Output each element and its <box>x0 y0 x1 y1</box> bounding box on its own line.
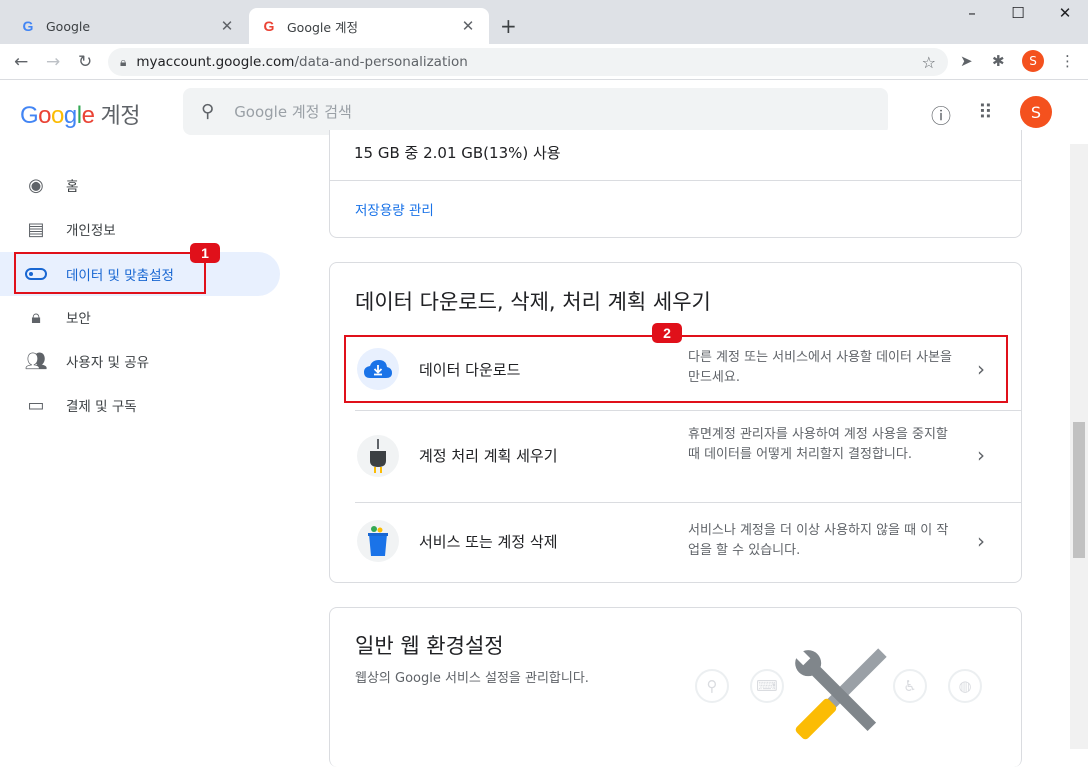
google-account-logo[interactable]: Google 계정 <box>20 98 140 130</box>
sidebar-item-label: 보안 <box>66 311 91 327</box>
puzzle-extension-icon[interactable]: ✱ <box>992 52 1005 70</box>
profile-avatar[interactable]: S <box>1022 50 1044 72</box>
divider <box>330 180 1021 181</box>
sidebar-item-label: 개인정보 <box>66 223 116 239</box>
download-section-title: 데이터 다운로드, 삭제, 처리 계획 세우기 <box>355 290 711 314</box>
sidebar-item-payments[interactable]: ▭ 결제 및 구독 <box>0 383 280 427</box>
trash-bin-icon <box>357 520 399 562</box>
account-search-box[interactable]: ⚲ <box>183 88 888 135</box>
close-tab-icon[interactable]: ✕ <box>218 17 236 35</box>
sidebar-item-label: 홈 <box>66 179 79 195</box>
annotation-box-2 <box>344 335 1008 403</box>
tab-title: Google <box>46 18 91 34</box>
accessibility-icon: ♿︎ <box>893 669 927 703</box>
divider <box>355 502 1021 503</box>
forward-icon[interactable]: → <box>46 52 60 72</box>
keyboard-icon: ⌨ <box>750 669 784 703</box>
close-tab-icon[interactable]: ✕ <box>459 17 477 35</box>
page-scrollbar[interactable] <box>1070 144 1088 749</box>
sidebar-item-home[interactable]: ◉ 홈 <box>0 163 280 207</box>
apps-grid-icon[interactable]: ⠿ <box>978 100 993 124</box>
new-tab-button[interactable]: + <box>500 14 517 38</box>
row-title: 계정 처리 계획 세우기 <box>419 447 558 465</box>
back-icon[interactable]: ← <box>14 52 28 72</box>
help-icon[interactable]: ⓘ <box>931 100 951 129</box>
browser-titlebar: G Google ✕ G Google 계정 ✕ + – ☐ ✕ <box>0 0 1088 44</box>
web-prefs-subtitle: 웹상의 Google 서비스 설정을 관리합니다. <box>355 671 589 686</box>
lock-icon: 🔒︎ <box>120 54 127 69</box>
reload-icon[interactable]: ↻ <box>78 52 92 72</box>
search-input[interactable] <box>234 102 835 121</box>
tab-google[interactable]: G Google ✕ <box>8 8 248 44</box>
tab-google-account[interactable]: G Google 계정 ✕ <box>249 8 489 44</box>
scrollbar-thumb[interactable] <box>1073 422 1085 558</box>
url-host: myaccount.google.com <box>136 54 295 70</box>
url-omnibox[interactable]: 🔒︎ myaccount.google.com/data-and-persona… <box>108 48 948 76</box>
account-avatar[interactable]: S <box>1020 96 1052 128</box>
people-icon: 👥︎ <box>24 350 48 372</box>
row-description: 휴면계정 관리자를 사용하여 계정 사용을 중지할 때 데이터를 어떻게 처리할… <box>688 427 948 462</box>
divider <box>355 410 1021 411</box>
account-circle-icon: ◉ <box>28 174 44 196</box>
storage-usage-text: 15 GB 중 2.01 GB(13%) 사용 <box>354 144 561 162</box>
maximize-button[interactable]: ☐ <box>1003 4 1033 22</box>
tab-title: Google 계정 <box>287 19 359 35</box>
sidebar-item-people-sharing[interactable]: 👥︎ 사용자 및 공유 <box>0 339 280 383</box>
id-card-icon: ▤ <box>27 218 45 240</box>
bookmark-star-icon[interactable]: ☆ <box>922 53 936 72</box>
search-icon: ⚲ <box>201 101 215 122</box>
row-title: 서비스 또는 계정 삭제 <box>419 533 558 551</box>
sidebar-item-label: 결제 및 구독 <box>66 399 137 415</box>
power-plug-icon <box>357 435 399 477</box>
chevron-right-icon: › <box>977 443 985 467</box>
url-path: /data-and-personalization <box>294 54 468 70</box>
search-icon: ⚲ <box>695 669 729 703</box>
sidebar-item-label: 사용자 및 공유 <box>66 355 150 371</box>
lock-icon: 🔒︎ <box>31 306 41 328</box>
annotation-badge-1: 1 <box>190 243 220 263</box>
sidebar-item-personal-info[interactable]: ▤ 개인정보 <box>0 207 280 251</box>
annotation-box-1 <box>14 252 206 294</box>
google-g-icon: G <box>22 18 34 34</box>
tools-illustration-icon <box>785 640 895 749</box>
row-description: 서비스나 계정을 더 이상 사용하지 않을 때 이 작업을 할 수 있습니다. <box>688 523 949 558</box>
credit-card-icon: ▭ <box>27 394 45 416</box>
manage-storage-link[interactable]: 저장용량 관리 <box>355 199 434 219</box>
close-window-button[interactable]: ✕ <box>1050 4 1080 22</box>
annotation-badge-2: 2 <box>652 323 682 343</box>
sidebar-item-security[interactable]: 🔒︎ 보안 <box>0 295 280 339</box>
address-bar-row: ← → ↻ 🔒︎ myaccount.google.com/data-and-p… <box>0 44 1088 80</box>
cursor-extension-icon[interactable]: ➤ <box>960 52 973 70</box>
browser-menu-icon[interactable]: ⋮ <box>1060 52 1075 70</box>
minimize-button[interactable]: – <box>957 4 987 22</box>
plan-account-row[interactable]: 계정 처리 계획 세우기 휴면계정 관리자를 사용하여 계정 사용을 중지할 때… <box>345 415 1008 501</box>
chevron-right-icon: › <box>977 529 985 553</box>
delete-service-row[interactable]: 서비스 또는 계정 삭제 서비스나 계정을 더 이상 사용하지 않을 때 이 작… <box>345 505 1008 579</box>
web-prefs-title: 일반 웹 환경설정 <box>355 634 504 658</box>
google-g-icon: G <box>263 18 275 34</box>
globe-icon: ◍ <box>948 669 982 703</box>
